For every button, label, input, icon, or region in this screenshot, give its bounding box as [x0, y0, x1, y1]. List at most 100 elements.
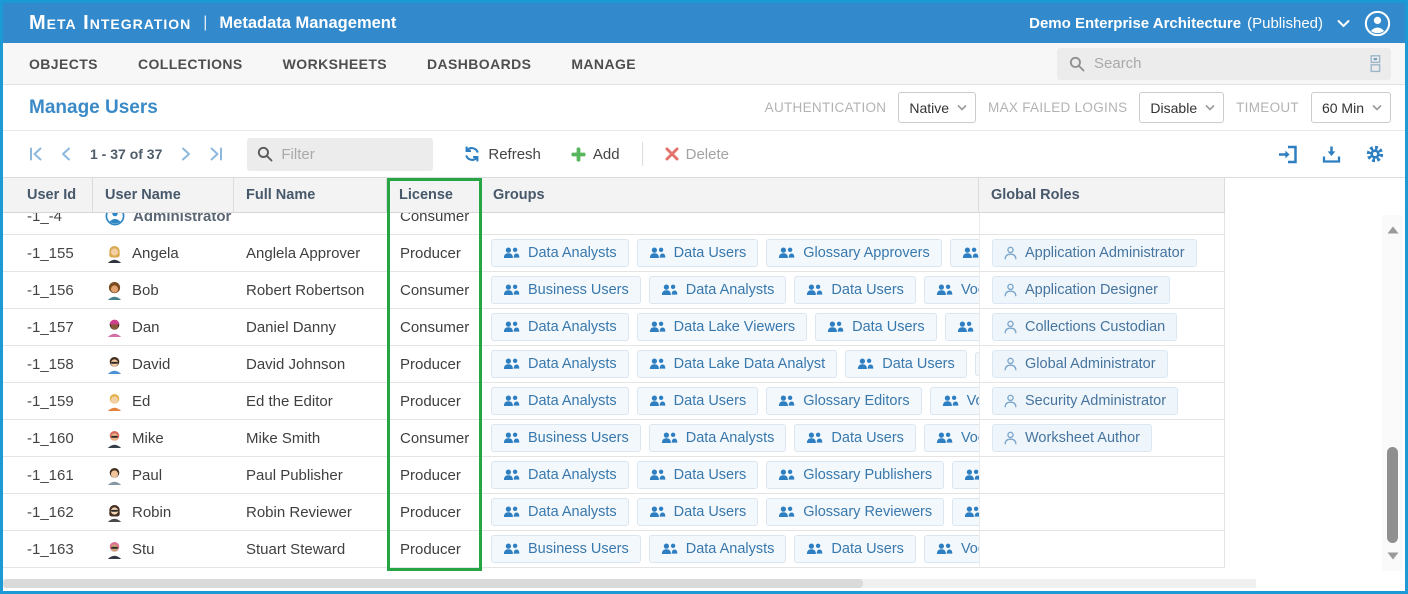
group-people-icon — [661, 543, 678, 555]
advanced-search-icon[interactable] — [1368, 54, 1383, 73]
nav-item-worksheets[interactable]: WORKSHEETS — [283, 56, 387, 72]
nav-item-objects[interactable]: OBJECTS — [29, 56, 98, 72]
workspace-chevron-down-icon[interactable] — [1335, 17, 1352, 30]
group-chip[interactable]: Data Users — [794, 424, 916, 452]
group-chip[interactable]: Vocabu — [924, 276, 979, 304]
group-chip[interactable]: Vo — [952, 498, 979, 526]
group-chip[interactable]: Data Users — [794, 276, 916, 304]
horizontal-scrollbar[interactable] — [3, 579, 1256, 588]
group-chip[interactable]: Glossary Editors — [766, 387, 921, 415]
chip-label: Data Analysts — [528, 245, 617, 261]
group-chip[interactable]: Glossary Reviewers — [766, 498, 944, 526]
nav-item-manage[interactable]: MANAGE — [571, 56, 636, 72]
column-header-license[interactable]: License — [387, 178, 481, 212]
global-role-chip[interactable]: Application Designer — [992, 276, 1170, 304]
vertical-scroll-thumb[interactable] — [1387, 447, 1398, 543]
group-chip[interactable]: Vocabu — [924, 424, 979, 452]
group-chip[interactable]: Data Lake Data Analyst — [637, 350, 838, 378]
cell-global-roles: Application Designer — [979, 272, 1225, 308]
add-plus-icon — [571, 147, 586, 162]
column-header-full-name[interactable]: Full Name — [234, 178, 387, 212]
workspace-selector[interactable]: Demo Enterprise Architecture (Published) — [1029, 15, 1323, 32]
group-chip[interactable]: Data Analysts — [491, 239, 629, 267]
filter-input[interactable] — [281, 146, 423, 163]
next-page-button[interactable] — [178, 145, 195, 163]
table-row[interactable]: -1_156BobRobert RobertsonConsumerBusines… — [3, 272, 1225, 309]
table-row[interactable]: -1_157DanDaniel DannyConsumerData Analys… — [3, 309, 1225, 346]
group-chip[interactable]: Business Users — [491, 535, 641, 563]
group-chip[interactable]: Data Users — [637, 239, 759, 267]
user-account-icon[interactable] — [1364, 10, 1391, 37]
group-chip[interactable]: Data Analysts — [491, 387, 629, 415]
group-chip[interactable]: Data Users — [845, 350, 967, 378]
timeout-select[interactable]: 60 Min — [1311, 92, 1391, 123]
add-button[interactable]: Add — [565, 142, 626, 167]
refresh-button[interactable]: Refresh — [457, 141, 547, 167]
last-page-button[interactable] — [205, 145, 227, 163]
global-role-chip[interactable]: Worksheet Author — [992, 424, 1152, 452]
first-page-button[interactable] — [25, 145, 47, 163]
group-chip[interactable]: Data Analysts — [649, 424, 787, 452]
group-chip[interactable]: Data Analysts — [491, 350, 629, 378]
column-header-groups[interactable]: Groups — [481, 178, 979, 212]
nav-item-collections[interactable]: COLLECTIONS — [138, 56, 243, 72]
group-chip[interactable]: Voc — [945, 313, 979, 341]
group-chip[interactable]: Data Lake Viewers — [637, 313, 807, 341]
scroll-down-arrow[interactable] — [1387, 541, 1399, 571]
group-chip[interactable]: Vocabu — [924, 535, 979, 563]
global-role-chip[interactable]: Application Administrator — [992, 239, 1197, 267]
group-chip[interactable]: Glossary Approvers — [766, 239, 942, 267]
prev-page-button[interactable] — [57, 145, 74, 163]
column-header-global-roles[interactable]: Global Roles — [979, 178, 1225, 212]
vertical-scrollbar[interactable] — [1382, 215, 1403, 571]
scroll-up-arrow[interactable] — [1387, 215, 1399, 245]
column-header-user-id[interactable]: User Id — [3, 178, 93, 212]
group-chip[interactable]: Data Users — [794, 535, 916, 563]
global-role-chip[interactable]: Security Administrator — [992, 387, 1178, 415]
import-icon[interactable] — [1277, 145, 1298, 164]
group-chip[interactable]: Data Analysts — [649, 535, 787, 563]
global-search-box[interactable] — [1057, 48, 1391, 80]
chip-label: Vocab — [967, 393, 979, 409]
authentication-select[interactable]: Native — [898, 92, 976, 123]
user-avatar — [105, 355, 124, 374]
group-chip[interactable]: Data Analysts — [491, 461, 629, 489]
filter-box[interactable] — [247, 138, 433, 171]
group-chip[interactable]: Glossary Publishers — [766, 461, 944, 489]
table-row[interactable]: -1_161PaulPaul PublisherProducerData Ana… — [3, 457, 1225, 494]
global-role-chip[interactable]: Collections Custodian — [992, 313, 1177, 341]
group-chip[interactable]: Data Users — [637, 387, 759, 415]
nav-item-dashboards[interactable]: DASHBOARDS — [427, 56, 531, 72]
user-avatar — [105, 466, 124, 485]
export-download-icon[interactable] — [1322, 145, 1341, 164]
group-chip[interactable]: Vo — [950, 239, 979, 267]
table-row[interactable]: -1_155AngelaAnglela ApproverProducerData… — [3, 235, 1225, 272]
table-row[interactable]: -1_160MikeMike SmithConsumerBusiness Use… — [3, 420, 1225, 457]
group-chip[interactable]: Data Users — [637, 461, 759, 489]
group-chip[interactable]: Business Users — [491, 276, 641, 304]
group-chip[interactable]: Business Users — [491, 424, 641, 452]
table-row[interactable]: -1_159EdEd the EditorProducerData Analys… — [3, 383, 1225, 420]
group-chip[interactable]: Data Analysts — [491, 313, 629, 341]
group-chip[interactable]: Data Analysts — [491, 498, 629, 526]
table-row[interactable]: -1_-4AdministratorConsumer — [3, 213, 1225, 235]
group-chip[interactable]: Data Analysts — [649, 276, 787, 304]
group-chip[interactable]: Data Users — [637, 498, 759, 526]
max-failed-logins-select[interactable]: Disable — [1139, 92, 1224, 123]
table-row[interactable]: -1_162RobinRobin ReviewerProducerData An… — [3, 494, 1225, 531]
cell-user-id: -1_158 — [3, 346, 93, 382]
global-role-chip[interactable]: Global Administrator — [992, 350, 1168, 378]
group-chip[interactable]: Vo — [952, 461, 979, 489]
table-row[interactable]: -1_163StuStuart StewardProducerBusiness … — [3, 531, 1225, 568]
cell-global-roles: Application Administrator — [979, 235, 1225, 271]
group-chip[interactable]: Vocab — [930, 387, 979, 415]
group-chip[interactable]: Data Users — [815, 313, 937, 341]
group-people-icon — [661, 432, 678, 444]
column-header-user-name[interactable]: User Name — [93, 178, 234, 212]
table-row[interactable]: -1_158DavidDavid JohnsonProducerData Ana… — [3, 346, 1225, 383]
app-header: Meta Integration | Metadata Management D… — [3, 3, 1405, 43]
delete-button[interactable]: Delete — [659, 142, 735, 167]
global-search-input[interactable] — [1094, 55, 1368, 72]
horizontal-scroll-thumb[interactable] — [3, 579, 863, 588]
settings-gear-icon[interactable] — [1365, 144, 1385, 164]
